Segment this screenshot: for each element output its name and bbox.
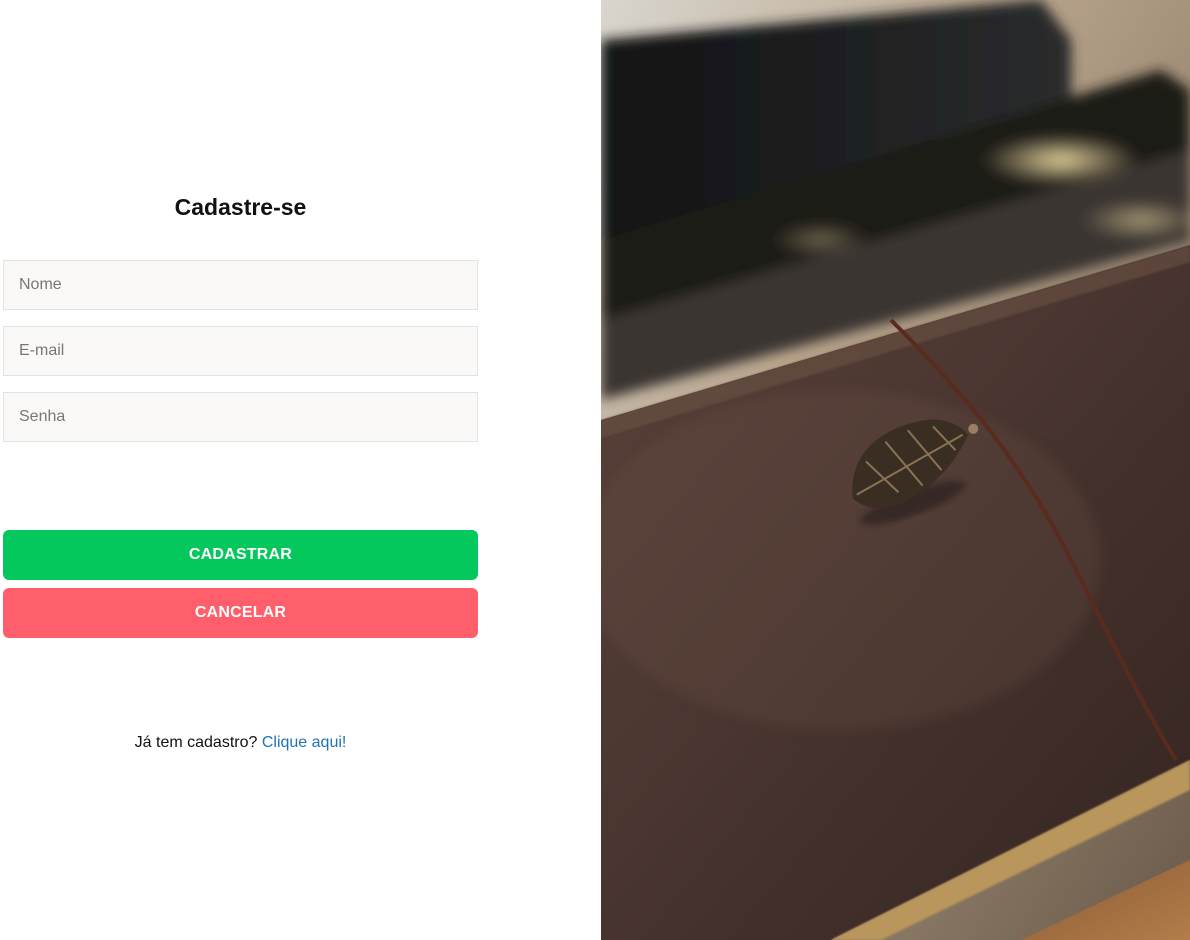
cancel-button[interactable]: CANCELAR bbox=[3, 588, 478, 638]
name-input[interactable] bbox=[3, 260, 478, 310]
login-hint: Já tem cadastro? Clique aqui! bbox=[3, 733, 478, 753]
signup-page: Cadastre-se CADASTRAR CANCELAR Já tem ca… bbox=[0, 0, 1190, 940]
hero-photo bbox=[601, 0, 1190, 940]
signup-form-panel: Cadastre-se CADASTRAR CANCELAR Já tem ca… bbox=[0, 0, 601, 940]
login-prompt-text: Já tem cadastro? bbox=[134, 734, 258, 751]
password-input[interactable] bbox=[3, 392, 478, 442]
notebook-photo-illustration bbox=[601, 0, 1190, 940]
register-button[interactable]: CADASTRAR bbox=[3, 530, 478, 580]
login-link[interactable]: Clique aqui! bbox=[262, 734, 347, 751]
email-input[interactable] bbox=[3, 326, 478, 376]
page-title: Cadastre-se bbox=[174, 194, 307, 220]
